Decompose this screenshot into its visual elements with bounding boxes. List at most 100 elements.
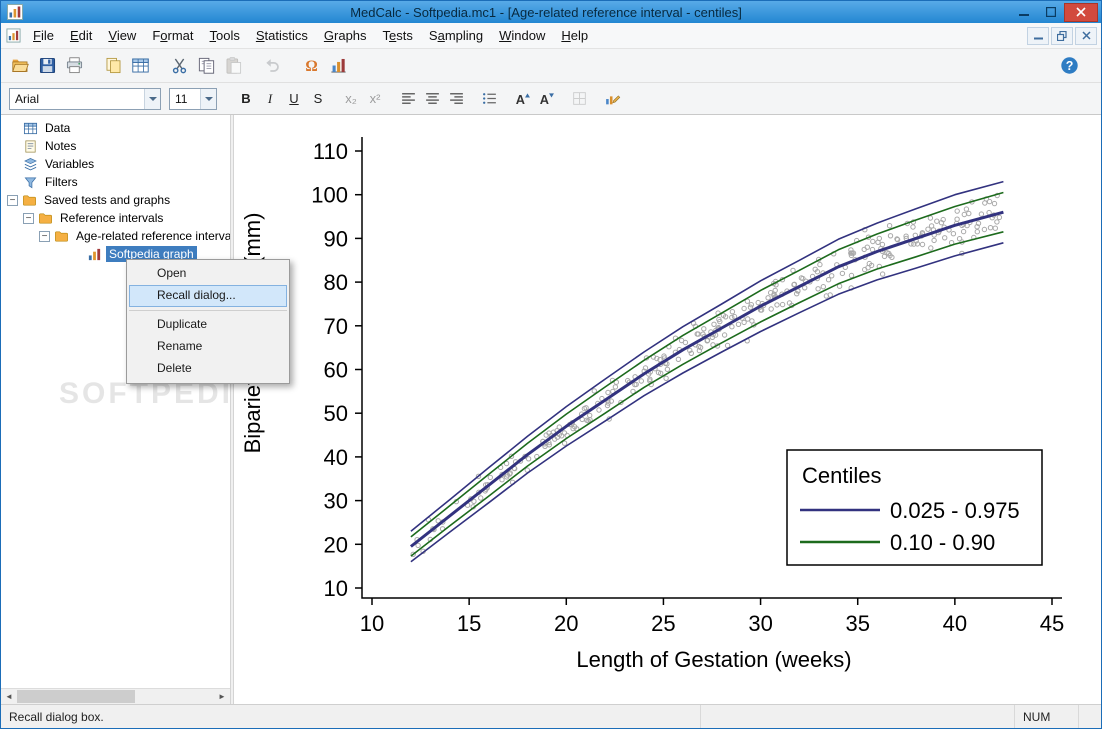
align-right-button[interactable] xyxy=(444,87,468,111)
scroll-right-icon[interactable]: ► xyxy=(214,689,230,704)
menu-tools[interactable]: Tools xyxy=(202,25,248,47)
context-menu-item-rename[interactable]: Rename xyxy=(127,336,289,358)
print-button[interactable] xyxy=(61,52,88,79)
svg-text:?: ? xyxy=(1066,59,1074,73)
graph-edit-icon xyxy=(331,58,346,73)
cut-button[interactable] xyxy=(166,52,193,79)
close-icon xyxy=(1076,7,1086,17)
svg-text:45: 45 xyxy=(1040,611,1064,636)
status-spacer xyxy=(701,705,1015,728)
subscript-button[interactable]: x₂ xyxy=(339,87,363,111)
tree-item-saved-tests-and-graphs[interactable]: − Saved tests and graphs xyxy=(1,191,230,209)
menu-bar: File Edit View Format Tools Statistics Graphs T… xyxy=(1,23,1101,49)
list-button[interactable] xyxy=(477,87,501,111)
cell-format-icon xyxy=(572,92,586,105)
context-menu-item-delete[interactable]: Delete xyxy=(127,358,289,380)
align-center-icon xyxy=(425,92,439,105)
increase-font-button[interactable]: A xyxy=(510,87,534,111)
menu-help[interactable]: Help xyxy=(553,25,596,47)
font-name-select[interactable]: Arial xyxy=(9,87,161,110)
project-tree-panel: Data Notes Variables Filters − Saved tests an… xyxy=(1,115,230,704)
copy-button[interactable] xyxy=(193,52,220,79)
undo-button[interactable] xyxy=(259,52,286,79)
strikethrough-button[interactable]: S xyxy=(306,87,330,111)
font-size-select[interactable]: 11 xyxy=(169,87,217,110)
collapse-icon[interactable]: − xyxy=(39,230,50,242)
scrollbar-thumb[interactable] xyxy=(17,690,135,703)
svg-text:90: 90 xyxy=(324,226,348,251)
menu-sampling[interactable]: Sampling xyxy=(421,25,491,47)
insert-symbol-button[interactable]: Ω xyxy=(298,52,325,79)
tree-horizontal-scrollbar[interactable]: ◄ ► xyxy=(1,688,230,704)
menu-format[interactable]: Format xyxy=(144,25,201,47)
mdi-restore-button[interactable] xyxy=(1051,26,1073,45)
standard-toolbar: Ω ? xyxy=(1,49,1101,83)
menu-tests[interactable]: Tests xyxy=(375,25,421,47)
format-toolbar: Arial 11 B I U Sx₂ x² A A xyxy=(1,83,1101,115)
tree-item-label: Notes xyxy=(45,139,77,153)
svg-text:70: 70 xyxy=(324,314,348,339)
decrease-font-button[interactable]: A xyxy=(534,87,558,111)
spreadsheet-button[interactable] xyxy=(127,52,154,79)
svg-text:0.10 - 0.90: 0.10 - 0.90 xyxy=(890,530,995,555)
close-button[interactable] xyxy=(1064,2,1098,22)
align-right-icon xyxy=(449,92,463,105)
context-menu-item-recall-dialog[interactable]: Recall dialog... xyxy=(129,285,287,307)
scrollbar-track[interactable] xyxy=(17,689,214,704)
mdi-close-button[interactable] xyxy=(1075,26,1097,45)
save-button[interactable] xyxy=(34,52,61,79)
svg-text:20: 20 xyxy=(554,611,578,636)
svg-text:A: A xyxy=(539,92,548,107)
menu-view[interactable]: View xyxy=(100,25,144,47)
resize-grip[interactable] xyxy=(1079,705,1101,728)
open-file-button[interactable] xyxy=(7,52,34,79)
italic-button[interactable]: I xyxy=(258,87,282,111)
tree-item-data[interactable]: Data xyxy=(1,119,230,137)
align-center-button[interactable] xyxy=(420,87,444,111)
folder-icon xyxy=(54,229,69,244)
duplicate-document-button[interactable] xyxy=(100,52,127,79)
menu-graphs[interactable]: Graphs xyxy=(316,25,375,47)
bar-graph-icon xyxy=(87,247,102,262)
chart-legend: Centiles 0.025 - 0.975 0.10 - 0.90 xyxy=(786,449,1043,566)
tree-item-notes[interactable]: Notes xyxy=(1,137,230,155)
bar-graph-icon xyxy=(88,248,101,260)
maximize-button[interactable] xyxy=(1037,3,1064,22)
data-table-icon xyxy=(23,121,38,136)
context-menu-item-duplicate[interactable]: Duplicate xyxy=(127,314,289,336)
underline-button[interactable]: U xyxy=(282,87,306,111)
svg-text:60: 60 xyxy=(324,358,348,383)
menu-statistics[interactable]: Statistics xyxy=(248,25,316,47)
graph-wizard-button[interactable] xyxy=(325,52,352,79)
superscript-button[interactable]: x² xyxy=(363,87,387,111)
help-button[interactable]: ? xyxy=(1056,52,1083,79)
graph-options-button[interactable] xyxy=(600,87,624,111)
paste-button[interactable] xyxy=(220,52,247,79)
tree-item-reference-intervals[interactable]: − Reference intervals xyxy=(1,209,230,227)
font-decrease-icon: A xyxy=(539,92,554,107)
align-left-button[interactable] xyxy=(396,87,420,111)
tree-item-age-related-reference-interval[interactable]: − Age-related reference interval xyxy=(1,227,230,245)
bold-button[interactable]: B xyxy=(234,87,258,111)
tree-item-variables[interactable]: Variables xyxy=(1,155,230,173)
minimize-button[interactable] xyxy=(1010,3,1037,22)
mdi-close-icon xyxy=(1081,31,1091,40)
chevron-down-icon xyxy=(144,88,160,109)
collapse-icon[interactable]: − xyxy=(7,194,18,206)
main-area: Data Notes Variables Filters − Saved tests an… xyxy=(1,115,1101,704)
tree-item-filters[interactable]: Filters xyxy=(1,173,230,191)
save-icon xyxy=(39,57,56,74)
collapse-icon[interactable]: − xyxy=(23,212,34,224)
help-icon: ? xyxy=(1061,57,1078,74)
medcalc-app-icon[interactable] xyxy=(7,4,23,20)
mdi-child-icon[interactable] xyxy=(6,28,21,43)
mdi-minimize-button[interactable] xyxy=(1027,26,1049,45)
cell-format-button[interactable] xyxy=(567,87,591,111)
variables-icon xyxy=(23,157,38,172)
menu-edit[interactable]: Edit xyxy=(62,25,100,47)
tree-item-label: Age-related reference interval xyxy=(76,229,230,243)
context-menu-item-open[interactable]: Open xyxy=(127,263,289,285)
scroll-left-icon[interactable]: ◄ xyxy=(1,689,17,704)
menu-file[interactable]: File xyxy=(25,25,62,47)
menu-window[interactable]: Window xyxy=(491,25,553,47)
